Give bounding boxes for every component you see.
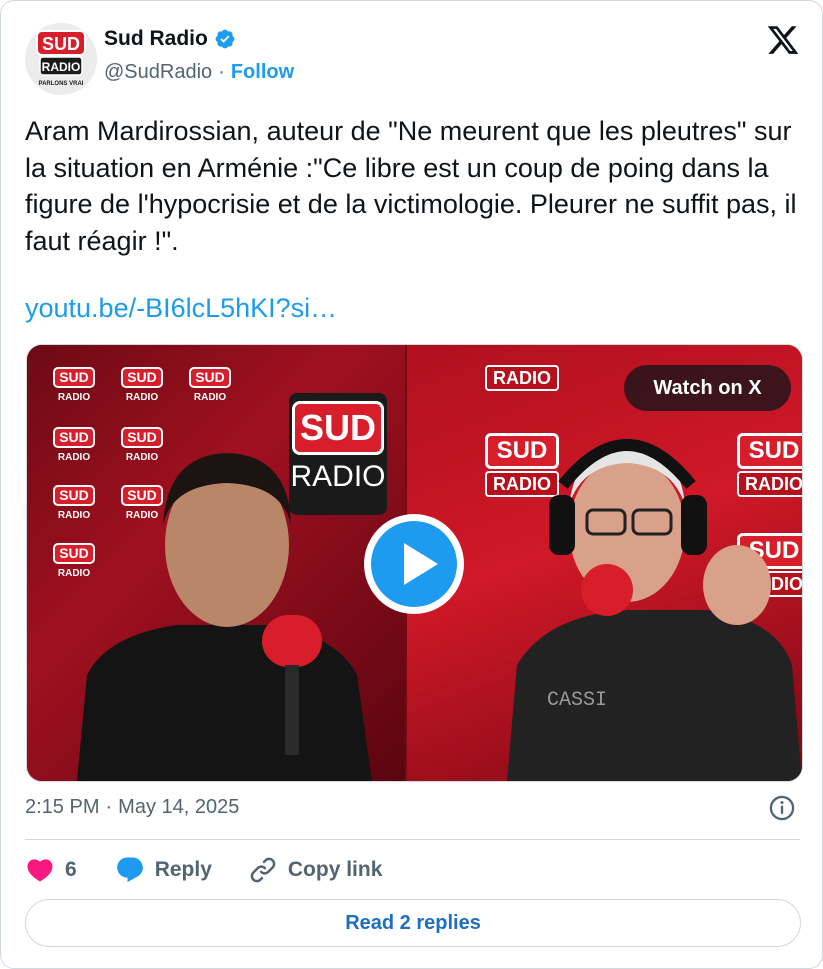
avatar[interactable]: SUD RADIO PARLONS VRAI [25,23,97,95]
play-icon [371,521,457,607]
backdrop-logo: RADIO [485,363,559,391]
handle-separator: · [218,61,225,83]
author-name[interactable]: Sud Radio [104,27,208,51]
microphone-icon [581,564,633,616]
tweet-body: Aram Mardirossian, auteur de "Ne meurent… [25,116,797,256]
x-logo-icon[interactable] [765,23,801,57]
verified-badge-icon [215,29,235,49]
tweet-timestamp[interactable]: 2:15 PM · May 14, 2025 [25,796,239,819]
reply-button[interactable]: Reply [115,855,212,885]
microphone-icon [262,615,322,667]
like-count: 6 [65,858,77,881]
host-figure: CASSI [507,439,802,781]
author-handle-row: @SudRadio · Follow [104,61,294,84]
follow-button[interactable]: Follow [231,61,294,84]
backdrop-logo: SUD RADIO [53,367,95,417]
tweet-date: May 14, 2025 [118,796,240,818]
watch-on-x-button[interactable]: Watch on X [624,365,791,411]
backdrop-logo: SUD RADIO [121,367,163,417]
backdrop-logo: SUD RADIO [189,367,231,417]
info-icon[interactable] [768,794,796,822]
author-handle[interactable]: @SudRadio [104,61,212,84]
video-left-panel: SUD RADIO SUD RADIO SUD RADIO SUD RADIO SUD R… [27,345,405,781]
timestamp-separator: · [105,796,113,818]
link-icon [250,857,276,883]
reply-label: Reply [154,858,212,881]
tweet-card: SUD RADIO PARLONS VRAI Sud Radio @SudRad… [0,0,823,969]
read-replies-button[interactable]: Read 2 replies [25,899,801,947]
svg-text:CASSI: CASSI [547,689,607,712]
author-name-row: Sud Radio [104,27,236,51]
reply-bubble-icon [116,857,143,883]
svg-text:SUD: SUD [42,34,80,54]
tweet-time: 2:15 PM [25,796,100,818]
tweet-text: Aram Mardirossian, auteur de "Ne meurent… [25,113,805,259]
svg-text:PARLONS VRAI: PARLONS VRAI [39,81,84,87]
heart-icon [27,859,53,882]
video-player[interactable]: SUD RADIO SUD RADIO SUD RADIO SUD RADIO SUD R… [26,344,803,782]
sud-radio-logo-icon: SUD RADIO PARLONS VRAI [25,23,97,95]
play-button[interactable] [364,514,464,614]
guest-figure [77,453,372,781]
copy-link-label: Copy link [287,858,383,881]
svg-text:RADIO: RADIO [42,60,81,74]
divider [25,839,800,840]
copy-link-button[interactable]: Copy link [248,855,383,885]
like-button[interactable]: 6 [25,855,77,885]
tweet-link[interactable]: youtu.be/-BI6lcL5hKI?si… [25,293,337,324]
action-bar: 6 Reply Copy link [25,854,382,886]
